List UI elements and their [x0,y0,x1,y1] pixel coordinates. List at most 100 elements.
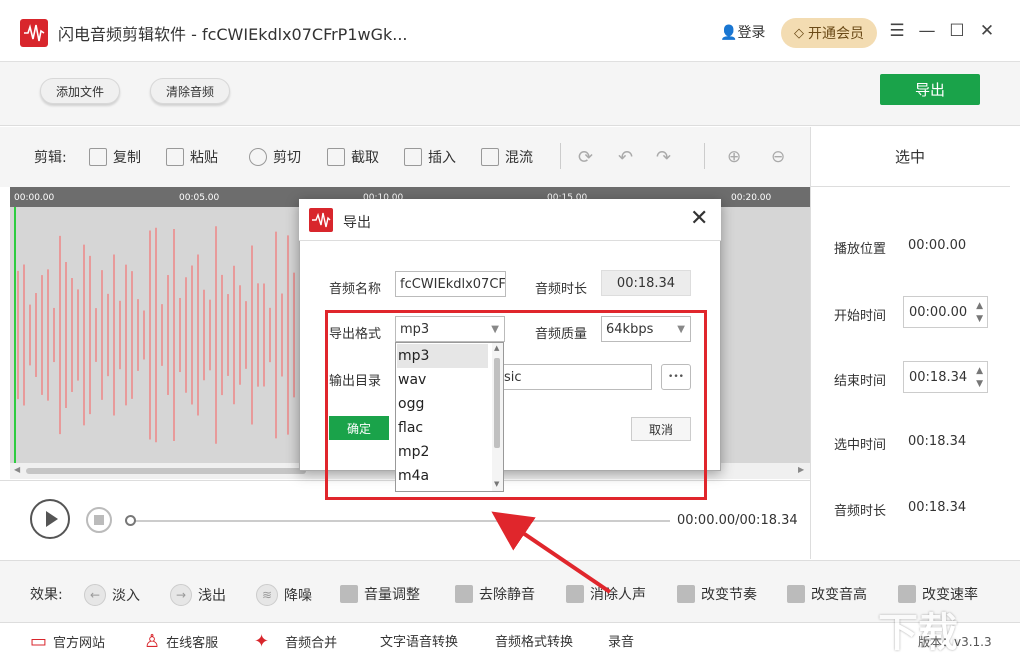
down-arrow-icon[interactable]: ▼ [976,314,983,324]
close-icon[interactable]: ✕ [972,16,1002,46]
minimize-icon[interactable]: — [912,16,942,46]
megaphone-icon: ✦ [254,631,270,652]
scroll-left-icon[interactable]: ◀ [14,465,20,474]
selected-time-label: 选中时间 [834,438,887,453]
tts-link[interactable]: 文字语音转换 [380,631,458,650]
down-arrow-icon[interactable]: ▼ [976,379,983,389]
annotation-arrow-icon [491,511,612,594]
play-button[interactable] [30,499,70,539]
undo-icon[interactable]: ↶ [618,147,633,168]
maximize-icon[interactable]: ☐ [942,16,972,46]
audio-name-input[interactable]: fcCWIEkdlx07CFrP1wGk [395,271,506,297]
duration-label: 音频时长 [535,282,588,297]
volume-button[interactable]: 音量调整 [340,584,420,604]
up-arrow-icon[interactable]: ▲ [976,301,983,311]
redo-icon[interactable]: ↷ [656,147,671,168]
duration-value: 00:18.34 [908,500,967,515]
start-time-value: 00:00.00 [909,304,968,320]
user-icon: 👤 [720,25,738,41]
insert-button[interactable]: 插入 [404,147,456,167]
mute-icon [455,585,473,603]
app-title: 闪电音频剪辑软件 - fcCWIEkdlx07CFrP1wGk... [58,25,408,44]
play-position-label: 播放位置 [834,242,887,257]
fade-out-button[interactable]: → 浅出 [170,584,226,606]
copy-icon [89,148,107,166]
dialog-close-icon[interactable]: ✕ [690,206,708,231]
export-button[interactable]: 导出 [880,74,980,105]
pitch-button[interactable]: 改变音高 [787,584,867,604]
online-service-link[interactable]: ♙ 在线客服 [144,631,218,652]
cut-button[interactable]: 剪切 [249,147,301,167]
official-site-link[interactable]: ▭ 官方网站 [30,631,105,652]
audio-merge-link[interactable]: ✦ 音频合并 [254,631,337,652]
record-link[interactable]: 录音 [608,631,634,650]
progress-knob[interactable] [125,515,136,526]
start-time-label: 开始时间 [834,309,887,324]
timeline-tick: 00:20.00 [731,193,772,203]
timeline-tick: 00:05.00 [179,193,220,203]
up-arrow-icon[interactable]: ▲ [976,366,983,376]
reset-icon[interactable]: ⟳ [578,147,593,168]
audio-merge-label: 音频合并 [285,636,338,651]
login-button[interactable]: 👤登录 [720,22,765,42]
paste-button[interactable]: 粘贴 [166,147,218,167]
zoom-out-icon[interactable]: ⊖ [771,147,785,167]
monitor-icon: ▭ [30,631,48,652]
online-service-label: 在线客服 [166,636,219,651]
app-logo-icon [20,19,48,47]
timeline-tick: 00:00.00 [14,193,55,203]
copy-button[interactable]: 复制 [89,147,141,167]
time-readout: 00:00.00/00:18.34 [677,513,798,528]
playhead-marker[interactable] [14,207,16,463]
format-convert-link[interactable]: 音频格式转换 [495,631,573,650]
paste-label: 粘贴 [190,150,218,166]
stop-button[interactable] [86,507,112,533]
cut-label: 剪切 [273,150,301,166]
duration-label: 音频时长 [834,504,887,519]
crop-icon [327,148,345,166]
menu-icon[interactable]: ☰ [882,16,912,46]
fade-in-button[interactable]: ← 淡入 [84,584,140,606]
audio-name-label: 音频名称 [329,282,382,297]
trim-button[interactable]: 截取 [327,147,379,167]
selection-panel [810,127,1020,559]
trim-label: 截取 [351,150,379,166]
dialog-title: 导出 [343,215,371,231]
version-label: 版本：v3.1.3 [918,635,992,649]
start-time-stepper[interactable]: 00:00.00 ▲ ▼ [903,296,988,328]
vip-label: 开通会员 [808,26,864,42]
scissors-icon [249,148,267,166]
scrollbar-thumb[interactable] [26,468,306,474]
denoise-icon: ≋ [256,584,278,606]
stop-icon [94,515,104,525]
annotation-highlight-box [325,310,707,500]
speaker-icon [340,585,358,603]
vip-button[interactable]: ◇ 开通会员 [781,18,877,48]
insert-label: 插入 [428,150,456,166]
play-position-value: 00:00.00 [908,238,967,253]
tempo-button[interactable]: 改变节奏 [677,584,757,604]
volume-label: 音量调整 [364,587,420,603]
insert-icon [404,148,422,166]
tempo-label: 改变节奏 [701,587,757,603]
fade-out-label: 浅出 [198,588,226,604]
zoom-in-icon[interactable]: ⊕ [727,147,741,167]
effects-label: 效果: [30,587,63,603]
pitch-icon [787,585,805,603]
end-time-label: 结束时间 [834,374,887,389]
mix-label: 混流 [505,150,533,166]
mix-icon [481,148,499,166]
add-file-button[interactable]: 添加文件 [40,78,120,104]
clear-audio-button[interactable]: 清除音频 [150,78,230,104]
app-logo-icon [309,208,333,232]
mix-button[interactable]: 混流 [481,147,533,167]
play-icon [46,511,58,527]
tempo-icon [677,585,695,603]
denoise-button[interactable]: ≋ 降噪 [256,584,312,606]
arrow-right-icon: → [170,584,192,606]
end-time-stepper[interactable]: 00:18.34 ▲ ▼ [903,361,988,393]
selection-title: 选中 [810,127,1010,187]
pitch-label: 改变音高 [811,587,867,603]
scroll-right-icon[interactable]: ▶ [798,465,804,474]
toolbar-divider [704,143,705,169]
